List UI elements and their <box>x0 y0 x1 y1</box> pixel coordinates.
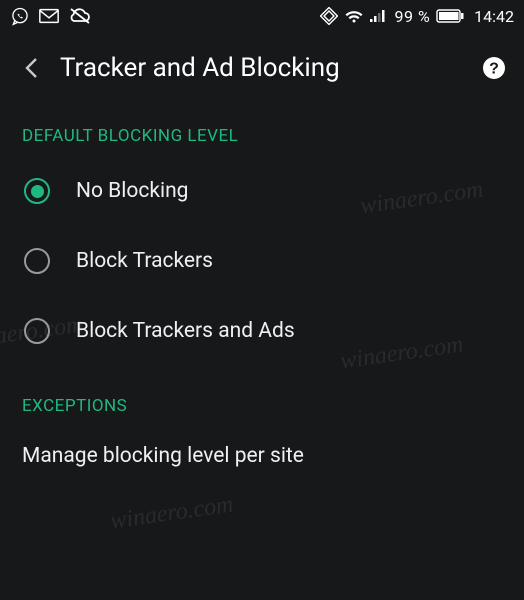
radio-icon <box>24 178 50 204</box>
nfc-icon <box>320 7 338 25</box>
page-title: Tracker and Ad Blocking <box>60 53 468 83</box>
radio-label: Block Trackers and Ads <box>76 319 295 343</box>
radio-label: No Blocking <box>76 179 188 203</box>
radio-option-no-blocking[interactable]: No Blocking <box>0 156 524 226</box>
section-heading-default-blocking: DEFAULT BLOCKING LEVEL <box>0 96 524 156</box>
radio-label: Block Trackers <box>76 249 213 273</box>
radio-icon <box>24 318 50 344</box>
status-bar: 99 % 14:42 <box>0 0 524 32</box>
wifi-icon <box>344 8 364 24</box>
radio-option-block-trackers[interactable]: Block Trackers <box>0 226 524 296</box>
manage-per-site-label: Manage blocking level per site <box>22 444 304 468</box>
radio-option-block-trackers-ads[interactable]: Block Trackers and Ads <box>0 296 524 366</box>
cellular-signal-icon <box>370 8 388 24</box>
section-heading-exceptions: EXCEPTIONS <box>0 366 524 426</box>
battery-icon <box>436 9 464 23</box>
whatsapp-icon <box>10 6 30 26</box>
gmail-icon <box>38 6 60 26</box>
cloud-off-icon <box>68 6 92 26</box>
status-clock: 14:42 <box>474 7 514 26</box>
help-button[interactable]: ? <box>478 52 510 84</box>
radio-icon <box>24 248 50 274</box>
help-icon: ? <box>482 56 506 80</box>
back-button[interactable] <box>14 50 50 86</box>
battery-percent: 99 % <box>394 7 430 26</box>
page-header: Tracker and Ad Blocking ? <box>0 32 524 96</box>
watermark: winaero.com <box>109 492 235 536</box>
manage-per-site-link[interactable]: Manage blocking level per site <box>0 426 524 486</box>
svg-text:?: ? <box>489 61 499 78</box>
chevron-left-icon <box>22 56 42 80</box>
